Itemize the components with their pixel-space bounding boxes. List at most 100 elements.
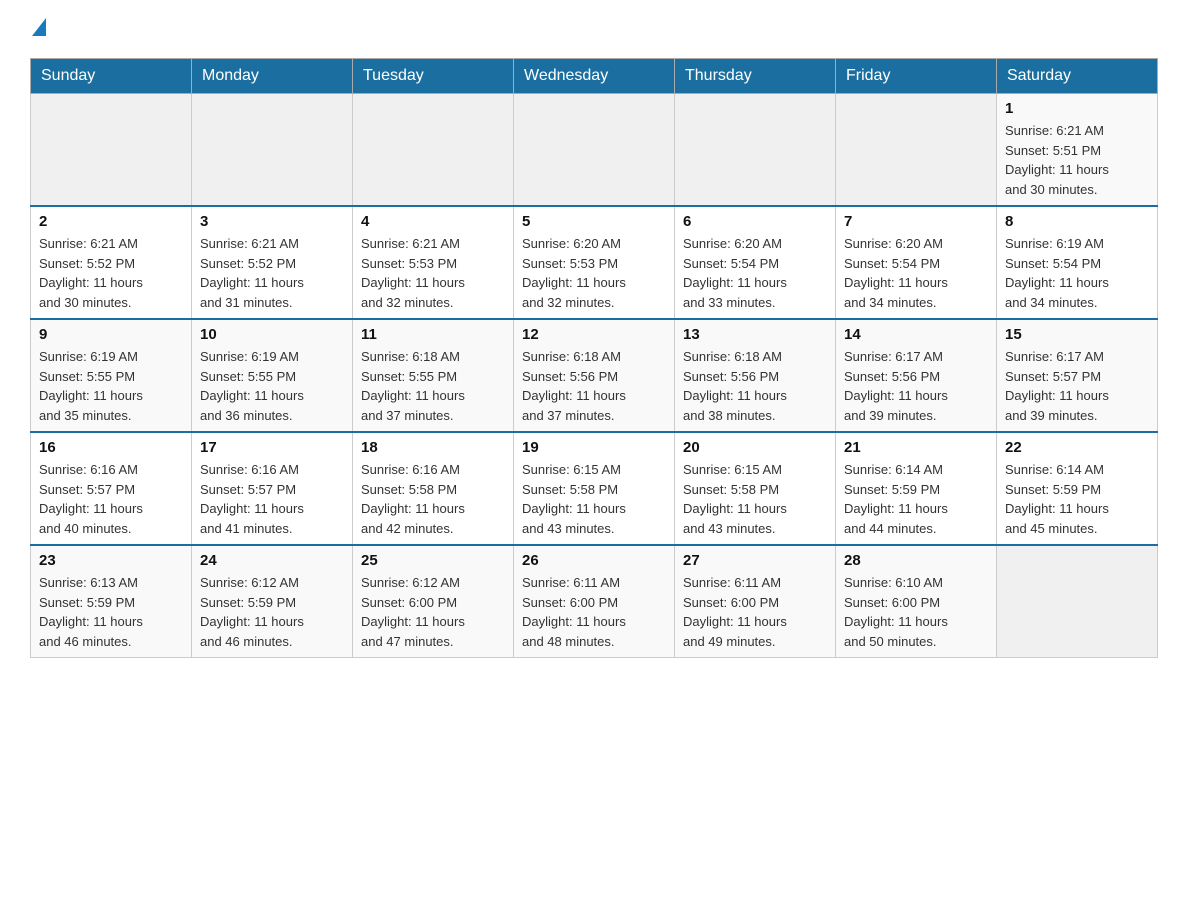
day-info: Sunrise: 6:21 AM Sunset: 5:52 PM Dayligh… <box>39 234 183 312</box>
day-cell <box>31 94 192 207</box>
day-cell: 1 Sunrise: 6:21 AM Sunset: 5:51 PM Daylig… <box>997 94 1158 207</box>
day-info: Sunrise: 6:20 AM Sunset: 5:54 PM Dayligh… <box>844 234 988 312</box>
day-number: 14 <box>844 326 988 343</box>
day-number: 1 <box>1005 100 1149 117</box>
day-header-tuesday: Tuesday <box>353 59 514 94</box>
day-cell: 22 Sunrise: 6:14 AM Sunset: 5:59 PM Dayli… <box>997 432 1158 545</box>
day-cell: 28 Sunrise: 6:10 AM Sunset: 6:00 PM Dayli… <box>836 545 997 658</box>
day-header-thursday: Thursday <box>675 59 836 94</box>
day-info: Sunrise: 6:16 AM Sunset: 5:57 PM Dayligh… <box>200 460 344 538</box>
day-cell: 15Sunrise: 6:17 AM Sunset: 5:57 PM Dayli… <box>997 319 1158 432</box>
day-cell: 24 Sunrise: 6:12 AM Sunset: 5:59 PM Dayli… <box>192 545 353 658</box>
day-number: 13 <box>683 326 827 343</box>
day-info: Sunrise: 6:15 AM Sunset: 5:58 PM Dayligh… <box>522 460 666 538</box>
day-number: 19 <box>522 439 666 456</box>
day-info: Sunrise: 6:18 AM Sunset: 5:56 PM Dayligh… <box>522 347 666 425</box>
week-row-4: 16 Sunrise: 6:16 AM Sunset: 5:57 PM Dayli… <box>31 432 1158 545</box>
day-header-friday: Friday <box>836 59 997 94</box>
day-number: 2 <box>39 213 183 230</box>
day-cell: 9 Sunrise: 6:19 AM Sunset: 5:55 PM Daylig… <box>31 319 192 432</box>
day-info: Sunrise: 6:19 AM Sunset: 5:55 PM Dayligh… <box>200 347 344 425</box>
day-info: Sunrise: 6:13 AM Sunset: 5:59 PM Dayligh… <box>39 573 183 651</box>
day-number: 8 <box>1005 213 1149 230</box>
day-cell: 14 Sunrise: 6:17 AM Sunset: 5:56 PM Dayli… <box>836 319 997 432</box>
week-row-2: 2 Sunrise: 6:21 AM Sunset: 5:52 PM Daylig… <box>31 206 1158 319</box>
day-cell: 5Sunrise: 6:20 AM Sunset: 5:53 PM Daylig… <box>514 206 675 319</box>
day-number: 4 <box>361 213 505 230</box>
day-number: 18 <box>361 439 505 456</box>
day-cell: 12 Sunrise: 6:18 AM Sunset: 5:56 PM Dayli… <box>514 319 675 432</box>
day-number: 21 <box>844 439 988 456</box>
day-info: Sunrise: 6:20 AM Sunset: 5:54 PM Dayligh… <box>683 234 827 312</box>
day-info: Sunrise: 6:14 AM Sunset: 5:59 PM Dayligh… <box>844 460 988 538</box>
day-cell: 11Sunrise: 6:18 AM Sunset: 5:55 PM Dayli… <box>353 319 514 432</box>
day-cell <box>514 94 675 207</box>
day-number: 22 <box>1005 439 1149 456</box>
day-cell: 21 Sunrise: 6:14 AM Sunset: 5:59 PM Dayli… <box>836 432 997 545</box>
day-number: 6 <box>683 213 827 230</box>
day-info: Sunrise: 6:14 AM Sunset: 5:59 PM Dayligh… <box>1005 460 1149 538</box>
week-row-3: 9 Sunrise: 6:19 AM Sunset: 5:55 PM Daylig… <box>31 319 1158 432</box>
day-cell: 18 Sunrise: 6:16 AM Sunset: 5:58 PM Dayli… <box>353 432 514 545</box>
day-cell: 4 Sunrise: 6:21 AM Sunset: 5:53 PM Daylig… <box>353 206 514 319</box>
day-number: 9 <box>39 326 183 343</box>
day-number: 11 <box>361 326 505 343</box>
day-cell: 6 Sunrise: 6:20 AM Sunset: 5:54 PM Daylig… <box>675 206 836 319</box>
day-cell: 16 Sunrise: 6:16 AM Sunset: 5:57 PM Dayli… <box>31 432 192 545</box>
day-cell: 25 Sunrise: 6:12 AM Sunset: 6:00 PM Dayli… <box>353 545 514 658</box>
day-cell: 17 Sunrise: 6:16 AM Sunset: 5:57 PM Dayli… <box>192 432 353 545</box>
day-number: 7 <box>844 213 988 230</box>
day-header-wednesday: Wednesday <box>514 59 675 94</box>
week-row-5: 23 Sunrise: 6:13 AM Sunset: 5:59 PM Dayli… <box>31 545 1158 658</box>
day-cell: 27 Sunrise: 6:11 AM Sunset: 6:00 PM Dayli… <box>675 545 836 658</box>
day-cell <box>836 94 997 207</box>
day-info: Sunrise: 6:21 AM Sunset: 5:51 PM Dayligh… <box>1005 121 1149 199</box>
day-info: Sunrise: 6:16 AM Sunset: 5:58 PM Dayligh… <box>361 460 505 538</box>
day-info: Sunrise: 6:10 AM Sunset: 6:00 PM Dayligh… <box>844 573 988 651</box>
day-info: Sunrise: 6:21 AM Sunset: 5:52 PM Dayligh… <box>200 234 344 312</box>
day-number: 20 <box>683 439 827 456</box>
page-header <box>30 20 1158 38</box>
logo <box>30 20 46 38</box>
day-cell: 3 Sunrise: 6:21 AM Sunset: 5:52 PM Daylig… <box>192 206 353 319</box>
day-info: Sunrise: 6:17 AM Sunset: 5:56 PM Dayligh… <box>844 347 988 425</box>
day-header-saturday: Saturday <box>997 59 1158 94</box>
day-number: 27 <box>683 552 827 569</box>
day-number: 16 <box>39 439 183 456</box>
day-number: 26 <box>522 552 666 569</box>
day-number: 5 <box>522 213 666 230</box>
day-cell <box>997 545 1158 658</box>
day-number: 15 <box>1005 326 1149 343</box>
logo-triangle-icon <box>32 18 46 36</box>
day-number: 17 <box>200 439 344 456</box>
day-info: Sunrise: 6:21 AM Sunset: 5:53 PM Dayligh… <box>361 234 505 312</box>
day-info: Sunrise: 6:19 AM Sunset: 5:54 PM Dayligh… <box>1005 234 1149 312</box>
day-info: Sunrise: 6:11 AM Sunset: 6:00 PM Dayligh… <box>683 573 827 651</box>
day-number: 28 <box>844 552 988 569</box>
calendar-table: SundayMondayTuesdayWednesdayThursdayFrid… <box>30 58 1158 658</box>
day-number: 23 <box>39 552 183 569</box>
day-cell: 19 Sunrise: 6:15 AM Sunset: 5:58 PM Dayli… <box>514 432 675 545</box>
day-number: 24 <box>200 552 344 569</box>
day-cell <box>353 94 514 207</box>
day-cell: 26 Sunrise: 6:11 AM Sunset: 6:00 PM Dayli… <box>514 545 675 658</box>
day-cell <box>675 94 836 207</box>
day-cell: 2 Sunrise: 6:21 AM Sunset: 5:52 PM Daylig… <box>31 206 192 319</box>
day-number: 3 <box>200 213 344 230</box>
day-cell <box>192 94 353 207</box>
day-info: Sunrise: 6:11 AM Sunset: 6:00 PM Dayligh… <box>522 573 666 651</box>
day-number: 12 <box>522 326 666 343</box>
day-info: Sunrise: 6:19 AM Sunset: 5:55 PM Dayligh… <box>39 347 183 425</box>
day-info: Sunrise: 6:15 AM Sunset: 5:58 PM Dayligh… <box>683 460 827 538</box>
day-number: 25 <box>361 552 505 569</box>
day-cell: 13Sunrise: 6:18 AM Sunset: 5:56 PM Dayli… <box>675 319 836 432</box>
day-header-sunday: Sunday <box>31 59 192 94</box>
day-header-monday: Monday <box>192 59 353 94</box>
day-cell: 8 Sunrise: 6:19 AM Sunset: 5:54 PM Daylig… <box>997 206 1158 319</box>
day-info: Sunrise: 6:16 AM Sunset: 5:57 PM Dayligh… <box>39 460 183 538</box>
day-number: 10 <box>200 326 344 343</box>
day-info: Sunrise: 6:12 AM Sunset: 6:00 PM Dayligh… <box>361 573 505 651</box>
day-cell: 20 Sunrise: 6:15 AM Sunset: 5:58 PM Dayli… <box>675 432 836 545</box>
day-cell: 23 Sunrise: 6:13 AM Sunset: 5:59 PM Dayli… <box>31 545 192 658</box>
day-info: Sunrise: 6:12 AM Sunset: 5:59 PM Dayligh… <box>200 573 344 651</box>
